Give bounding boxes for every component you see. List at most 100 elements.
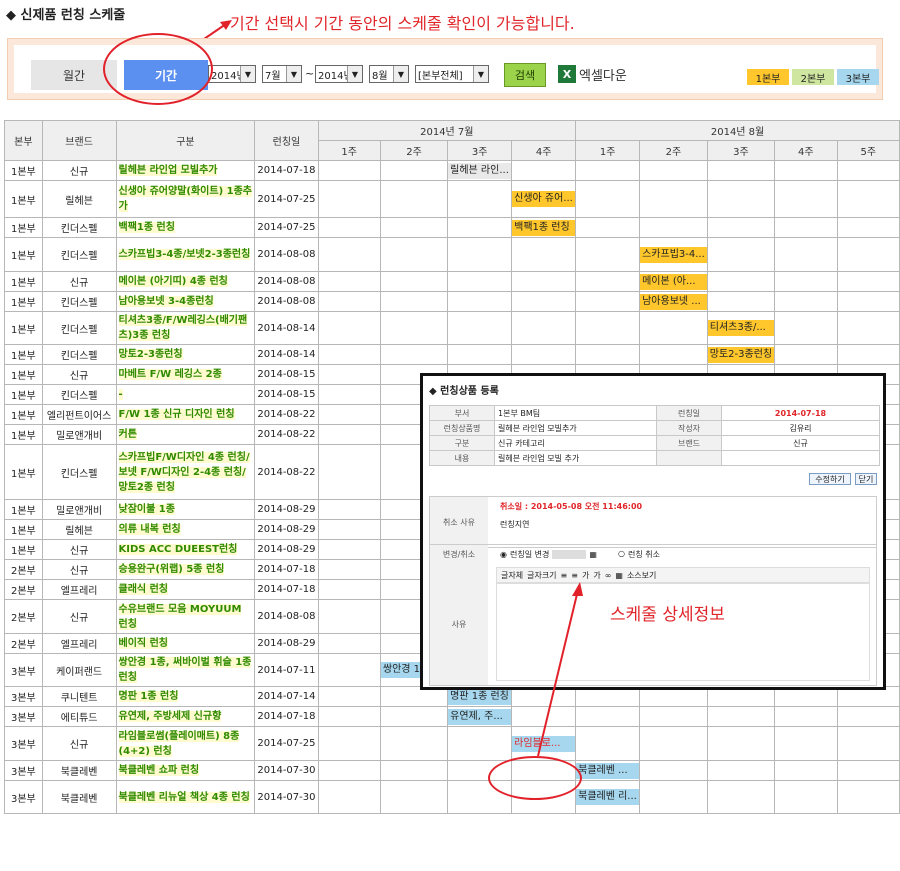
product-cell-text[interactable]: 신생아 쥬어양말(화이트) 1종추가 bbox=[118, 186, 252, 212]
schedule-bar[interactable]: 릴헤븐 라인... bbox=[448, 162, 511, 179]
product-cell-text[interactable]: 명판 1종 런칭 bbox=[118, 691, 179, 702]
product-cell-text[interactable]: 커튼 bbox=[118, 429, 137, 440]
close-button[interactable]: 닫기 bbox=[855, 473, 877, 485]
tab-period[interactable]: 기간 bbox=[124, 60, 208, 90]
modal-field-label: 브랜드 bbox=[656, 435, 722, 451]
table-row[interactable]: 3본부 북클레벤 북클레벤 리뉴얼 책상 4종 런칭 2014-07-30 북클레벤 리… bbox=[4, 780, 900, 814]
schedule-bar[interactable]: 티셔츠3종/... bbox=[708, 320, 774, 336]
search-button[interactable]: 검색 bbox=[504, 63, 546, 87]
division-select[interactable]: [본부전체] ▼ bbox=[415, 65, 489, 83]
align-left-icon[interactable]: ≡ bbox=[561, 571, 568, 580]
from-month-select[interactable]: 7월 ▼ bbox=[262, 65, 302, 83]
table-row[interactable]: 1본부 릴헤븐 신생아 쥬어양말(화이트) 1종추가 2014-07-25 신생아 쥬어… bbox=[4, 180, 900, 218]
date-input[interactable] bbox=[552, 550, 587, 559]
editor-font-select[interactable]: 글자체 bbox=[501, 570, 523, 581]
launch-date-cell-text: 2014-08-29 bbox=[257, 638, 316, 649]
division-cell-text: 1본부 bbox=[10, 431, 36, 442]
table-row[interactable]: 1본부 신규 릴헤븐 라인업 모빌추가 2014-07-18 릴헤븐 라인... bbox=[4, 160, 900, 181]
to-year-select[interactable]: 2014년 ▼ bbox=[315, 65, 363, 83]
product-cell-text[interactable]: 마베트 F/W 레깅스 2종 bbox=[118, 369, 222, 380]
product-cell-text[interactable]: 망토2-3종런칭 bbox=[118, 349, 183, 360]
schedule-bar[interactable]: 스카프빕3-4... bbox=[640, 246, 707, 263]
align-center-icon[interactable]: ≡ bbox=[571, 571, 578, 580]
product-cell: 신생아 쥬어양말(화이트) 1종추가 bbox=[115, 180, 256, 218]
product-cell-text[interactable]: 메이본 (아기띠) 4종 런칭 bbox=[118, 276, 228, 287]
product-cell-text[interactable]: - bbox=[118, 389, 123, 400]
brand-cell: 신규 bbox=[41, 599, 117, 634]
editor-size-select[interactable]: 글자크기 bbox=[527, 570, 556, 581]
brand-cell: 엘프레리 bbox=[41, 633, 117, 654]
product-cell-text[interactable]: 라임블로썸(플레이매트) 8종(4+2) 런칭 bbox=[118, 730, 240, 757]
radio-change-date[interactable]: ◉ 런칭일 변경 ▦ bbox=[500, 549, 597, 560]
product-cell-text[interactable]: 스카프빕3-4종/보넷2-3종런칭 bbox=[118, 249, 251, 260]
schedule-bar[interactable]: 신생아 쥬어... bbox=[512, 191, 575, 207]
schedule-bar[interactable]: 남아용보넷 ... bbox=[640, 293, 707, 310]
division-cell-text: 1본부 bbox=[10, 278, 36, 289]
table-row[interactable]: 1본부 신규 메이본 (아기띠) 4종 런칭 2014-08-08 메이본 (아... bbox=[4, 271, 900, 292]
table-row[interactable]: 3본부 신규 라임블로썸(플레이매트) 8종(4+2) 런칭 2014-07-25 라임… bbox=[4, 726, 900, 761]
from-year-select[interactable]: 2014년 ▼ bbox=[208, 65, 256, 83]
schedule-bar[interactable]: 북클레벤 ... bbox=[576, 762, 639, 779]
division-cell: 1본부 bbox=[4, 291, 43, 312]
table-row[interactable]: 3본부 에티튜드 유연제, 주방세제 신규향 2014-07-18 유연제, 주... bbox=[4, 706, 900, 727]
product-cell: KIDS ACC DUEEST런칭 bbox=[115, 539, 256, 560]
calendar-icon[interactable]: ▦ bbox=[589, 550, 597, 559]
brand-cell: 킨더스펠 bbox=[41, 217, 117, 238]
excel-download-button[interactable]: X 엑셀다운 bbox=[558, 63, 627, 85]
table-row[interactable]: 1본부 킨더스펠 티셔츠3종/F/W레깅스(배기팬츠)3종 런칭 2014-08-14… bbox=[4, 311, 900, 345]
editor-source-button[interactable]: 소스보기 bbox=[627, 570, 656, 581]
division-cell-text: 1본부 bbox=[10, 391, 36, 402]
week-cell bbox=[379, 271, 449, 292]
brand-cell-text: 북클레벤 bbox=[60, 793, 98, 805]
italic-icon[interactable]: 가 bbox=[593, 570, 600, 581]
table-row[interactable]: 1본부 킨더스펠 망토2-3종런칭 2014-08-14 망토2-3종런칭 bbox=[4, 344, 900, 365]
schedule-bar[interactable]: 유연제, 주... bbox=[448, 708, 511, 725]
product-cell-text[interactable]: 북클레벤 쇼파 런칭 bbox=[118, 765, 200, 776]
week-cell bbox=[317, 726, 381, 761]
brand-cell: 신규 bbox=[41, 160, 117, 181]
week-cell bbox=[317, 364, 381, 385]
brand-cell: 릴헤븐 bbox=[41, 180, 117, 218]
brand-cell: 북클레벤 bbox=[41, 760, 117, 781]
product-cell-text[interactable]: 릴헤븐 라인업 모빌추가 bbox=[118, 165, 218, 176]
week-cell bbox=[575, 271, 641, 292]
table-icon[interactable]: ▦ bbox=[615, 571, 623, 580]
week-cell bbox=[774, 180, 838, 218]
product-cell-text[interactable]: 쌍안경 1종, 써바이벌 휘슬 1종 런칭 bbox=[118, 657, 252, 683]
product-cell-text[interactable]: KIDS ACC DUEEST런칭 bbox=[118, 544, 238, 555]
product-cell-text[interactable]: 북클레벤 리뉴얼 책상 4종 런칭 bbox=[118, 791, 250, 803]
product-cell-text[interactable]: 스카프빕F/W디자인 4종 런칭/보넷 F/W디자인 2-4종 런칭/망토2종 … bbox=[118, 451, 250, 493]
launch-date-cell: 2014-07-25 bbox=[254, 217, 319, 238]
table-row[interactable]: 3본부 북클레벤 북클레벤 쇼파 런칭 2014-07-30 북클레벤 ... bbox=[4, 760, 900, 781]
product-cell-text[interactable]: 티셔츠3종/F/W레깅스(배기팬츠)3종 런칭 bbox=[118, 315, 248, 341]
product-cell-text[interactable]: 베이직 런칭 bbox=[118, 638, 168, 649]
schedule-bar[interactable]: 명판 1종 런칭 bbox=[448, 688, 511, 705]
product-cell-text[interactable]: 클래식 런칭 bbox=[118, 584, 168, 595]
product-cell-text[interactable]: 남아용보넷 3-4종런칭 bbox=[118, 296, 214, 307]
product-cell-text[interactable]: F/W 1종 신규 디자인 런칭 bbox=[118, 409, 235, 420]
schedule-bar[interactable]: 망토2-3종런칭 bbox=[708, 346, 774, 363]
launch-date-cell-text: 2014-08-14 bbox=[257, 322, 316, 334]
product-cell-text[interactable]: 유연제, 주방세제 신규향 bbox=[118, 711, 222, 722]
product-cell-text[interactable]: 수유브랜드 모음 MOYUUM 런칭 bbox=[118, 603, 242, 630]
launch-date-cell-text: 2014-07-18 bbox=[257, 584, 316, 595]
schedule-bar[interactable]: 백팩1종 런칭 bbox=[512, 219, 575, 236]
table-row[interactable]: 1본부 킨더스펠 스카프빕3-4종/보넷2-3종런칭 2014-08-08 스카프빕3-… bbox=[4, 237, 900, 272]
schedule-bar[interactable]: 메이본 (아... bbox=[640, 273, 707, 290]
bold-icon[interactable]: 가 bbox=[582, 570, 589, 581]
week-cell bbox=[511, 291, 577, 312]
product-cell-text[interactable]: 백팩1종 런칭 bbox=[118, 222, 175, 233]
edit-button[interactable]: 수정하기 bbox=[809, 473, 851, 485]
radio-cancel-launch[interactable]: ○ 런칭 취소 bbox=[618, 549, 660, 560]
product-cell-text[interactable]: 낮잠이불 1종 bbox=[118, 504, 175, 515]
tab-monthly[interactable]: 월간 bbox=[31, 60, 117, 90]
product-cell-text[interactable]: 승용완구(위랩) 5종 런칭 bbox=[118, 564, 225, 575]
brand-cell-text: 밀로앤개비 bbox=[56, 431, 103, 442]
table-row[interactable]: 1본부 킨더스펠 남아용보넷 3-4종런칭 2014-08-08 남아용보넷 ... bbox=[4, 291, 900, 312]
product-cell-text[interactable]: 의류 내복 런칭 bbox=[118, 524, 181, 535]
table-row[interactable]: 1본부 킨더스펠 백팩1종 런칭 2014-07-25 백팩1종 런칭 bbox=[4, 217, 900, 238]
to-month-select[interactable]: 8월 ▼ bbox=[369, 65, 409, 83]
week-cell bbox=[575, 237, 641, 272]
schedule-bar[interactable]: 북클레벤 리... bbox=[576, 789, 639, 805]
link-icon[interactable]: ∞ bbox=[605, 571, 612, 580]
